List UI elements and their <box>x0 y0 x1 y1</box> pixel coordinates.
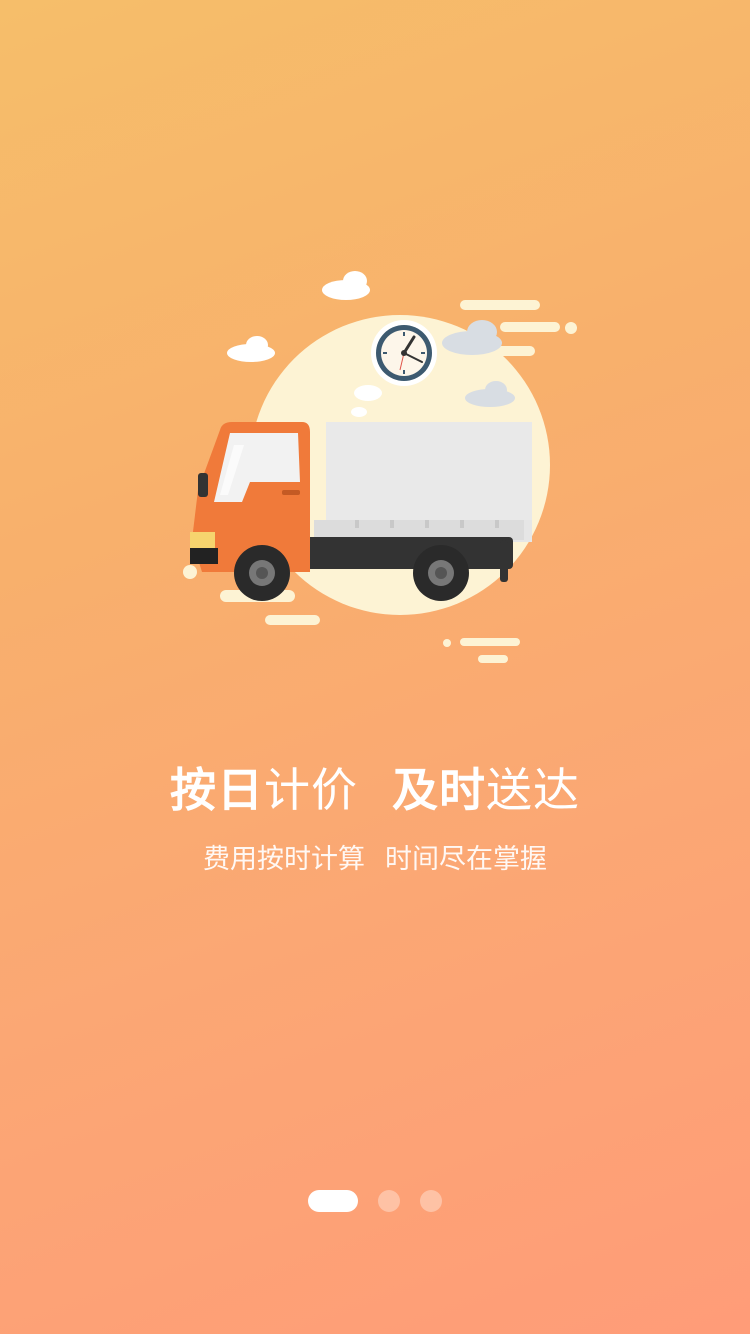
slide-headline: 按日计价 及时送达 <box>0 760 750 820</box>
clock-icon <box>371 320 437 386</box>
page-dot-3[interactable] <box>420 1190 442 1212</box>
headline-part1-light: 计价 <box>264 763 358 817</box>
onboarding-screen: 按日计价 及时送达 费用按时计算 时间尽在掌握 <box>0 0 750 1334</box>
cargo-box <box>314 422 532 542</box>
page-dot-1-active[interactable] <box>308 1190 358 1212</box>
slide-subtitle: 费用按时计算 时间尽在掌握 <box>0 840 750 880</box>
headline-part1-bold: 按日 <box>170 763 264 817</box>
subtitle-part2: 时间尽在掌握 <box>385 844 547 875</box>
subtitle-part1: 费用按时计算 <box>203 844 365 875</box>
headline-part2-bold: 及时 <box>392 763 486 817</box>
headline-part2-light: 送达 <box>486 763 580 817</box>
page-dot-2[interactable] <box>378 1190 400 1212</box>
truck-wheel <box>413 545 469 601</box>
delivery-truck-illustration <box>183 271 577 663</box>
page-indicator <box>0 1189 750 1213</box>
truck-wheel <box>234 545 290 601</box>
